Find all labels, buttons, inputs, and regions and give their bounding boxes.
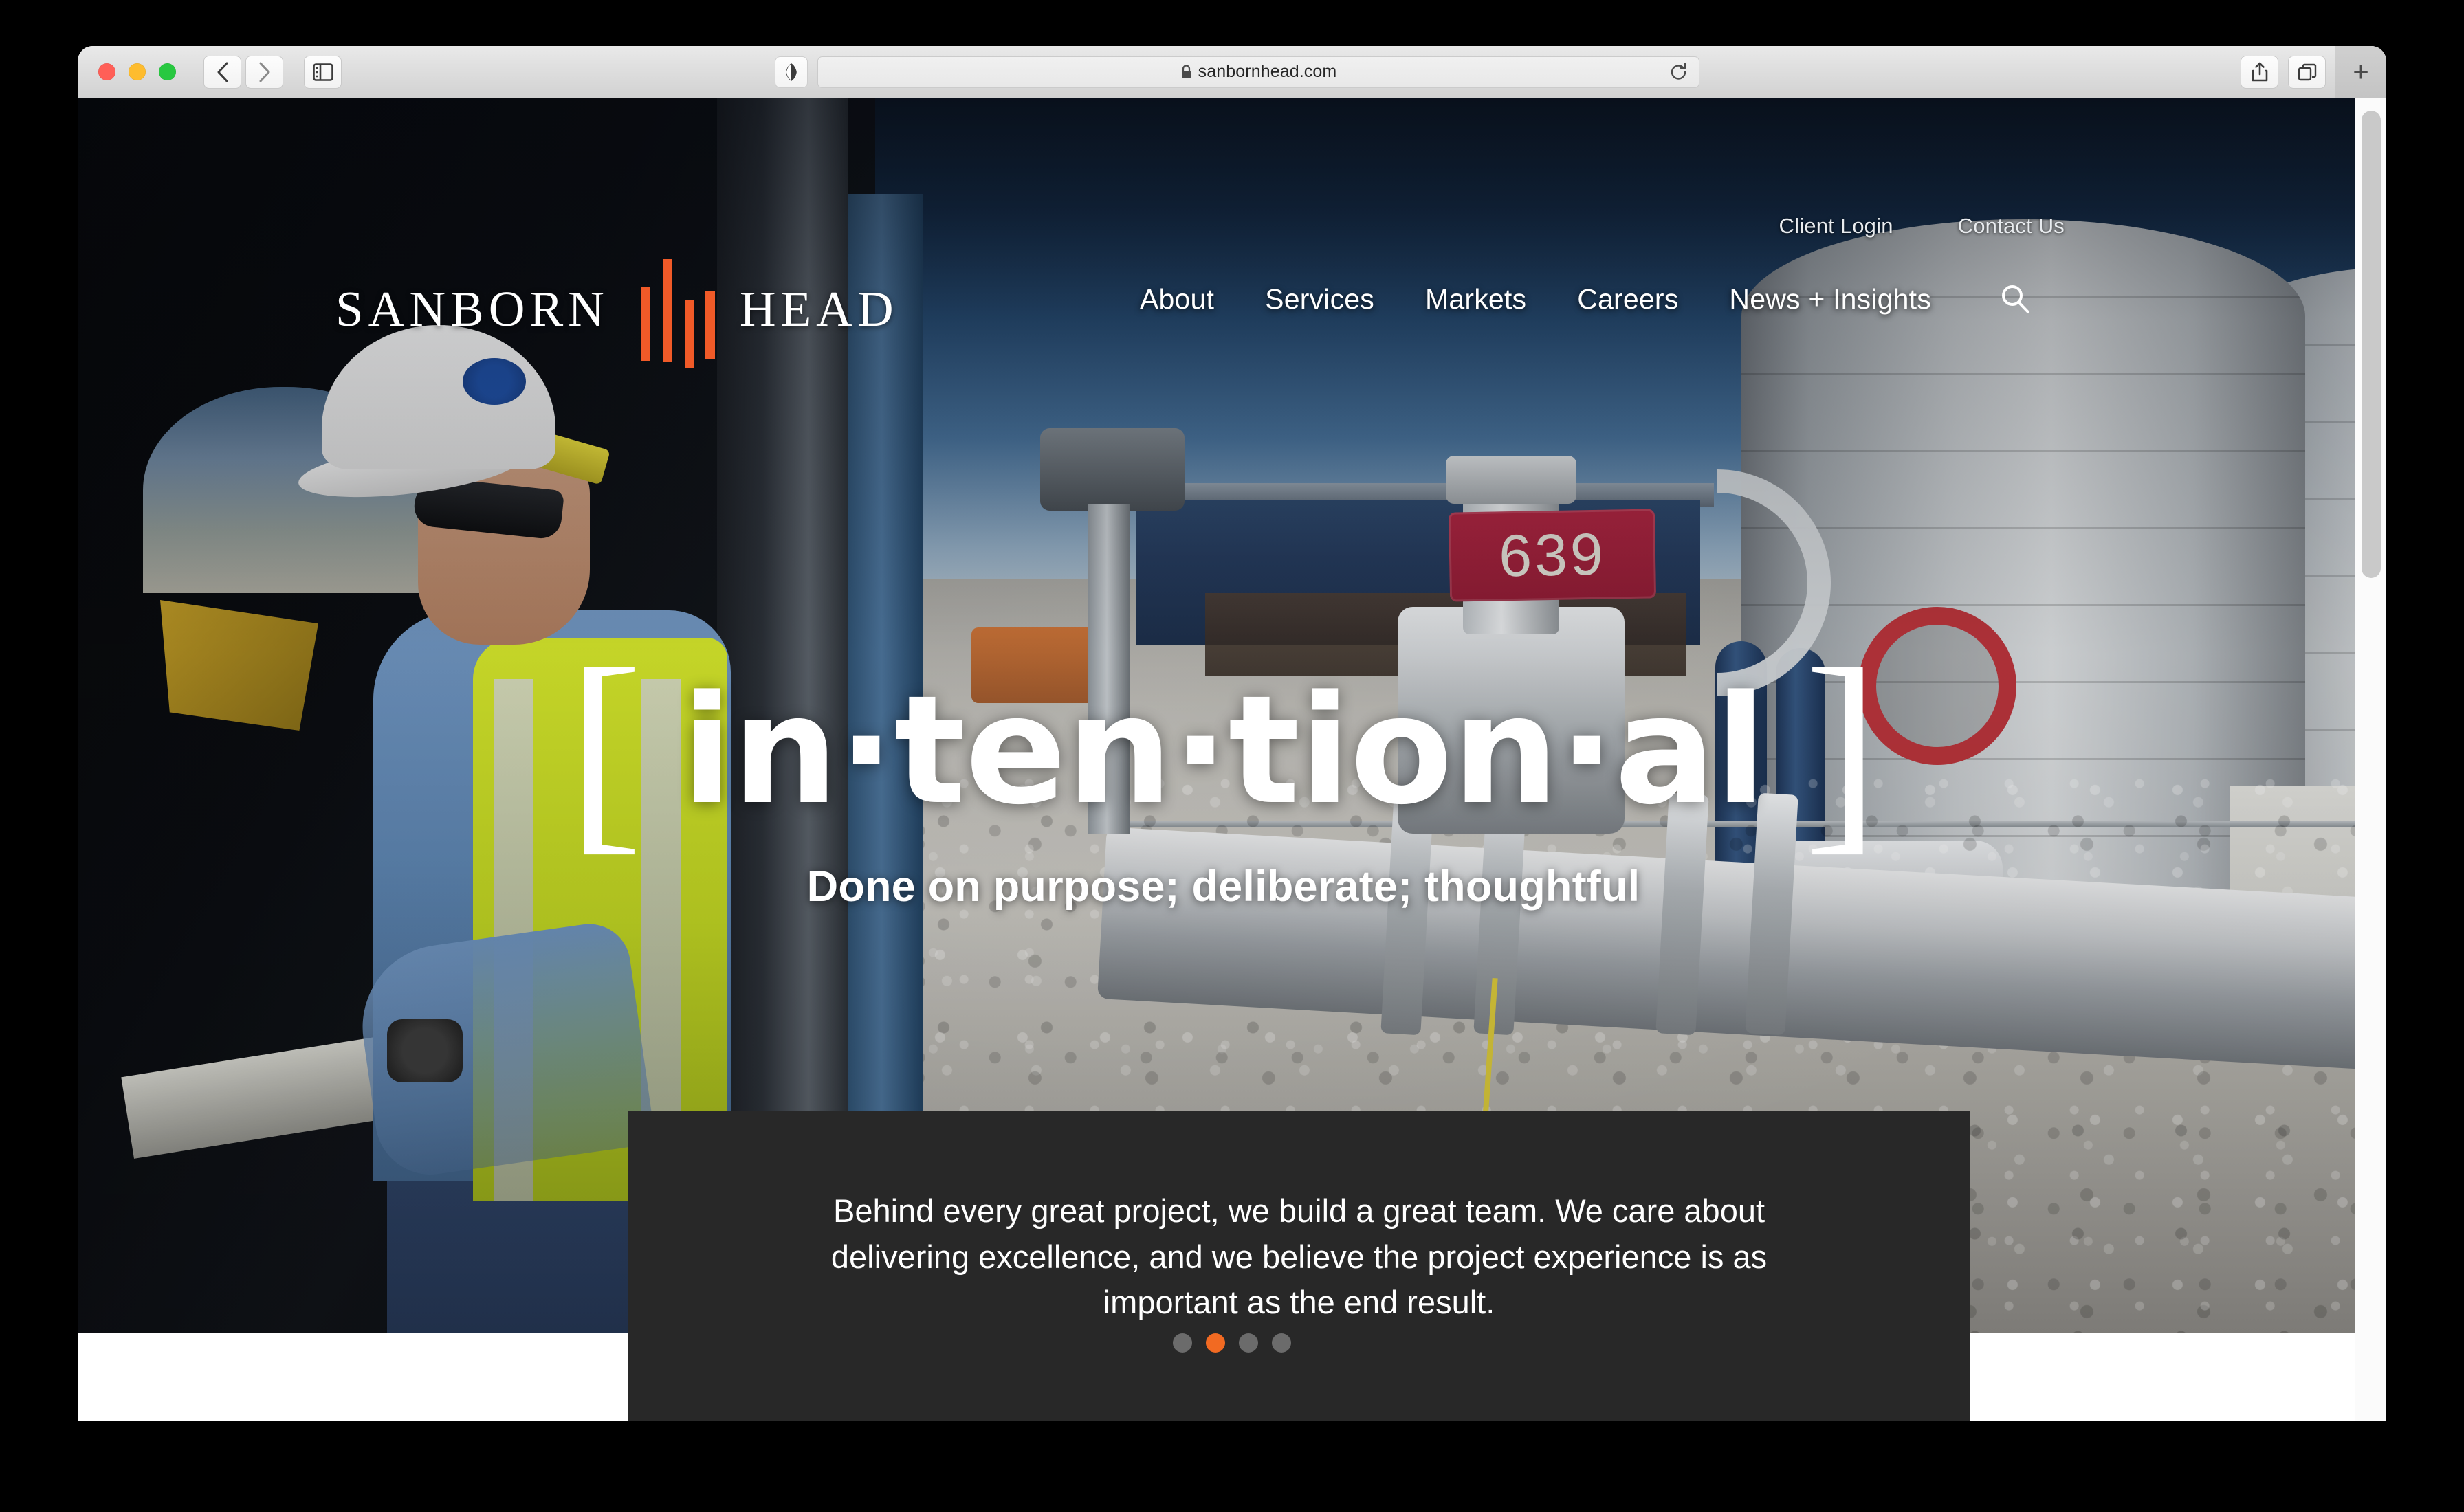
valve-cap xyxy=(1446,456,1576,504)
site-logo[interactable]: SANBORN HEAD xyxy=(336,258,899,368)
chevron-right-icon xyxy=(259,62,270,82)
carousel-dot-3[interactable] xyxy=(1239,1333,1258,1353)
url-bar[interactable]: sanbornhead.com xyxy=(817,56,1700,88)
address-bar-area: sanbornhead.com xyxy=(775,56,1700,88)
pipeline-marker-number: 639 xyxy=(1498,521,1607,589)
reader-view-icon xyxy=(786,63,797,81)
hero-panel-text: Behind every great project, we build a g… xyxy=(830,1192,1768,1321)
browser-window: sanbornhead.com + 639 Client Login Conta… xyxy=(78,46,2386,1421)
share-button[interactable] xyxy=(2241,56,2278,89)
logo-mark-icon xyxy=(634,258,715,368)
page-scrollbar[interactable] xyxy=(2355,98,2386,1421)
toolbar-right-group: + xyxy=(2241,46,2386,98)
headline-row: [ in·ten·tion·al ] xyxy=(567,635,1880,861)
search-button[interactable] xyxy=(1999,282,2032,315)
minimize-window-button[interactable] xyxy=(129,63,146,80)
close-window-button[interactable] xyxy=(98,63,116,80)
search-icon xyxy=(2001,285,2030,313)
maximize-window-button[interactable] xyxy=(159,63,176,80)
browser-toolbar: sanbornhead.com + xyxy=(78,46,2386,98)
scrollbar-thumb[interactable] xyxy=(2362,111,2381,578)
pipeline-marker-sign: 639 xyxy=(1448,509,1657,602)
utility-nav: Client Login Contact Us xyxy=(1779,214,2065,238)
new-tab-label: + xyxy=(2353,57,2369,87)
nav-item-news-insights[interactable]: News + Insights xyxy=(1729,283,1931,315)
hero-content-panel: Behind every great project, we build a g… xyxy=(628,1111,1970,1421)
window-controls xyxy=(98,63,176,80)
carousel-pagination xyxy=(78,1333,2386,1353)
navigation-buttons xyxy=(204,55,283,89)
carousel-dot-2[interactable] xyxy=(1206,1333,1225,1353)
page-viewport: 639 Client Login Contact Us SANBORN HEAD… xyxy=(78,98,2386,1421)
sidebar-toggle-button[interactable] xyxy=(304,55,342,89)
nav-item-about[interactable]: About xyxy=(1140,283,1214,315)
forward-button[interactable] xyxy=(245,55,283,89)
share-icon xyxy=(2252,62,2267,82)
wristwatch xyxy=(387,1019,463,1082)
utility-link-contact-us[interactable]: Contact Us xyxy=(1958,214,2065,238)
lock-icon xyxy=(1180,64,1192,80)
nav-item-services[interactable]: Services xyxy=(1265,283,1374,315)
utility-link-client-login[interactable]: Client Login xyxy=(1779,214,1893,238)
carousel-dot-4[interactable] xyxy=(1272,1333,1291,1353)
chevron-left-icon xyxy=(217,62,228,82)
reader-view-button[interactable] xyxy=(775,56,808,88)
tab-overview-icon xyxy=(2298,63,2316,81)
tab-overview-button[interactable] xyxy=(2288,56,2326,89)
bracket-right: ] xyxy=(1804,623,1880,874)
hero-headline-block: [ in·ten·tion·al ] Done on purpose; deli… xyxy=(78,635,2369,911)
site-header: Client Login Contact Us SANBORN HEAD Abo… xyxy=(78,98,2369,387)
back-button[interactable] xyxy=(204,55,241,89)
nav-item-markets[interactable]: Markets xyxy=(1425,283,1526,315)
nav-item-careers[interactable]: Careers xyxy=(1577,283,1678,315)
instrument-housing xyxy=(1040,428,1185,511)
carousel-dot-1[interactable] xyxy=(1173,1333,1192,1353)
reload-button[interactable] xyxy=(1670,63,1688,82)
logo-word-head: HEAD xyxy=(739,281,899,337)
sidebar-icon xyxy=(312,63,333,81)
hero-headline: in·ten·tion·al xyxy=(681,663,1766,838)
bracket-left: [ xyxy=(566,623,643,874)
reload-icon xyxy=(1671,63,1686,80)
main-navigation: About Services Markets Careers News + In… xyxy=(1140,282,2032,315)
new-tab-button[interactable]: + xyxy=(2335,46,2386,98)
hero-tagline: Done on purpose; deliberate; thoughtful xyxy=(806,862,1640,911)
url-text: sanbornhead.com xyxy=(1198,62,1337,81)
logo-word-sanborn: SANBORN xyxy=(336,281,609,337)
